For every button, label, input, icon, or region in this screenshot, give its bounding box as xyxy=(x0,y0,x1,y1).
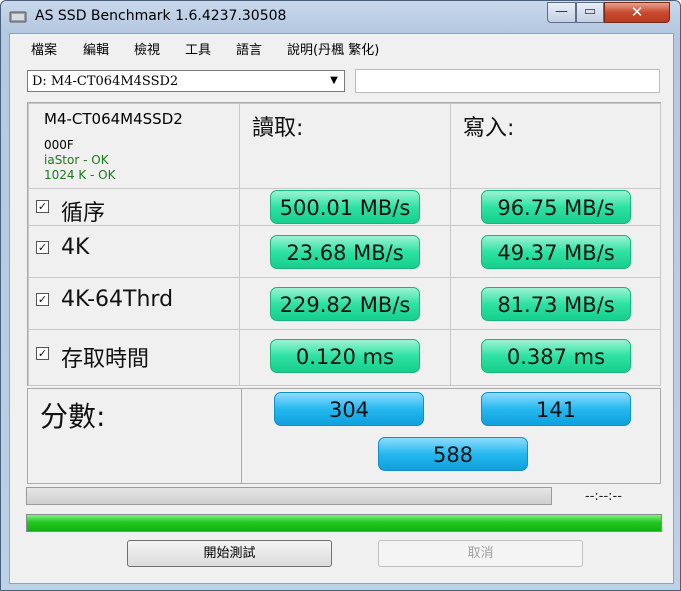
seq-write-cell: 96.75 MB/s xyxy=(450,188,661,226)
close-button[interactable]: ✕ xyxy=(604,2,670,23)
maximize-icon: ▭ xyxy=(583,4,597,19)
maximize-button[interactable]: ▭ xyxy=(576,2,604,23)
score-total-value: 588 xyxy=(378,437,528,471)
score-write-value: 141 xyxy=(481,392,631,426)
app-window: AS SSD Benchmark 1.6.4237.30508 — ▭ ✕ 檔案… xyxy=(0,0,681,591)
drive-firmware: 000F xyxy=(44,138,74,152)
menu-language[interactable]: 語言 xyxy=(236,39,262,58)
score-label: 分數: xyxy=(40,400,106,433)
minimize-icon: — xyxy=(555,4,568,19)
score-read-value: 304 xyxy=(274,392,424,426)
4k64-read-cell: 229.82 MB/s xyxy=(239,277,451,330)
4k-write-cell: 49.37 MB/s xyxy=(450,225,661,278)
row-4k64-label-cell: ✓ 4K-64Thrd xyxy=(28,277,240,330)
minimize-button[interactable]: — xyxy=(547,2,576,23)
alignment-status: 1024 K - OK xyxy=(44,168,116,182)
row-seq-label-cell: ✓ 循序 xyxy=(28,188,240,226)
access-label: 存取時間 xyxy=(61,347,150,372)
menu-bar: 檔案 編輯 檢視 工具 語言 說明(丹楓 繁化) xyxy=(10,34,673,58)
seq-checkbox[interactable]: ✓ xyxy=(36,200,49,213)
access-write-cell: 0.387 ms xyxy=(450,329,661,386)
access-checkbox[interactable]: ✓ xyxy=(36,347,49,360)
seq-write-value: 96.75 MB/s xyxy=(481,190,631,224)
progress-bar-total xyxy=(26,514,662,532)
score-area: 分數: 304 141 588 xyxy=(27,388,661,484)
seq-label: 循序 xyxy=(61,201,106,226)
drive-model: M4-CT064M4SSD2 xyxy=(44,110,183,128)
drive-select-value: D: M4-CT064M4SSD2 xyxy=(32,74,179,89)
score-label-cell: 分數: xyxy=(28,389,242,483)
client-area: 檔案 編輯 檢視 工具 語言 說明(丹楓 繁化) D: M4-CT064M4SS… xyxy=(9,33,674,584)
time-readout: --:--:-- xyxy=(585,489,622,504)
read-header-cell: 讀取: xyxy=(239,103,451,189)
access-read-value: 0.120 ms xyxy=(270,339,420,373)
4k-label: 4K xyxy=(61,235,90,260)
start-button[interactable]: 開始測試 xyxy=(127,540,332,567)
4k64-write-value: 81.73 MB/s xyxy=(481,287,631,321)
chevron-down-icon[interactable]: ▼ xyxy=(327,73,341,89)
close-icon: ✕ xyxy=(630,3,644,21)
driver-status: iaStor - OK xyxy=(44,153,109,167)
4k-read-value: 23.68 MB/s xyxy=(270,235,420,269)
menu-edit[interactable]: 編輯 xyxy=(83,39,109,58)
app-icon xyxy=(9,11,27,23)
seq-read-value: 500.01 MB/s xyxy=(270,190,420,224)
menu-view[interactable]: 檢視 xyxy=(134,39,160,58)
row-4k-label-cell: ✓ 4K xyxy=(28,225,240,278)
drive-select[interactable]: D: M4-CT064M4SSD2 ▼ xyxy=(27,70,345,92)
menu-help[interactable]: 說明(丹楓 繁化) xyxy=(287,39,379,58)
4k64-write-cell: 81.73 MB/s xyxy=(450,277,661,330)
drive-info-cell: M4-CT064M4SSD2 000F iaStor - OK 1024 K -… xyxy=(28,103,240,189)
seq-read-cell: 500.01 MB/s xyxy=(239,188,451,226)
info-field xyxy=(355,69,660,93)
window-title: AS SSD Benchmark 1.6.4237.30508 xyxy=(35,8,287,24)
4k64-read-value: 229.82 MB/s xyxy=(270,287,420,321)
results-grid: M4-CT064M4SSD2 000F iaStor - OK 1024 K -… xyxy=(27,102,661,386)
access-write-value: 0.387 ms xyxy=(481,339,631,373)
cancel-button[interactable]: 取消 xyxy=(378,540,583,567)
write-header-cell: 寫入: xyxy=(450,103,661,189)
access-read-cell: 0.120 ms xyxy=(239,329,451,386)
4k-read-cell: 23.68 MB/s xyxy=(239,225,451,278)
4k-checkbox[interactable]: ✓ xyxy=(36,241,49,254)
write-header: 寫入: xyxy=(463,116,515,141)
progress-bar-total-fill xyxy=(27,515,661,531)
menu-file[interactable]: 檔案 xyxy=(31,39,57,58)
progress-bar-current xyxy=(26,487,552,505)
title-bar[interactable]: AS SSD Benchmark 1.6.4237.30508 — ▭ ✕ xyxy=(1,1,680,33)
menu-tools[interactable]: 工具 xyxy=(185,39,211,58)
row-access-label-cell: ✓ 存取時間 xyxy=(28,329,240,386)
4k64-label: 4K-64Thrd xyxy=(61,287,174,312)
4k64-checkbox[interactable]: ✓ xyxy=(36,293,49,306)
read-header: 讀取: xyxy=(252,116,304,141)
4k-write-value: 49.37 MB/s xyxy=(481,235,631,269)
